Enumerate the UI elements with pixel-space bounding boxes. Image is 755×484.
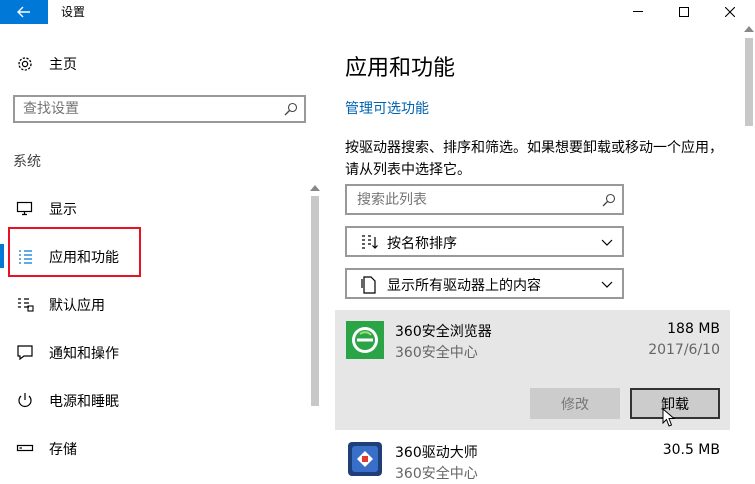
sort-label: 按名称排序 [387, 236, 457, 252]
drive-icon [361, 276, 376, 294]
360-browser-icon [346, 321, 384, 359]
home-label: 主页 [49, 57, 77, 73]
minimize-icon [633, 11, 643, 12]
sidebar-item-label: 存储 [49, 442, 77, 458]
gear-icon [18, 57, 32, 71]
search-icon [602, 193, 616, 207]
sidebar-item-label: 默认应用 [49, 298, 105, 314]
sidebar-item-label: 通知和操作 [49, 346, 119, 362]
sort-dropdown[interactable]: 按名称排序 [345, 226, 624, 257]
page-title: 应用和功能 [345, 56, 456, 81]
sidebar-scrollbar[interactable] [309, 184, 321, 484]
sidebar-item-notifications[interactable]: 通知和操作 [0, 332, 308, 372]
storage-icon [16, 444, 34, 452]
maximize-button[interactable] [661, 0, 707, 24]
scroll-up-arrow-icon[interactable] [744, 26, 754, 32]
power-icon [18, 393, 32, 407]
scroll-up-arrow-icon[interactable] [310, 185, 320, 191]
monitor-icon [16, 201, 33, 216]
app-list-search-box[interactable] [345, 184, 624, 215]
app-list-item[interactable]: 360安全浏览器 360安全中心 188 MB 2017/6/10 修改 卸载 [335, 310, 730, 430]
notification-icon [17, 345, 33, 360]
sidebar-item-display[interactable]: 显示 [0, 188, 308, 228]
minimize-button[interactable] [615, 0, 661, 24]
drive-filter-label: 显示所有驱动器上的内容 [387, 278, 541, 294]
app-install-date: 2017/6/10 [648, 342, 720, 358]
360-driver-master-icon [348, 442, 382, 476]
app-name: 360驱动大师 [395, 445, 478, 461]
app-list-search-input[interactable] [357, 191, 587, 209]
chevron-down-icon [601, 239, 613, 246]
manage-optional-features-link[interactable]: 管理可选功能 [345, 98, 429, 118]
mouse-cursor-icon [662, 408, 676, 427]
modify-button[interactable]: 修改 [530, 388, 620, 419]
description-text: 按驱动器搜索、排序和筛选。如果想要卸载或移动一个应用，请从列表中选择它。 [345, 140, 723, 178]
app-name: 360安全浏览器 [395, 324, 492, 340]
app-list-item[interactable]: 360驱动大师 360安全中心 30.5 MB [335, 432, 730, 482]
default-apps-icon [18, 298, 34, 312]
active-indicator [0, 244, 4, 268]
close-icon [725, 7, 735, 17]
drive-filter-dropdown[interactable]: 显示所有驱动器上的内容 [345, 268, 624, 299]
sort-icon [362, 235, 378, 249]
sidebar-item-storage[interactable]: 存储 [0, 428, 308, 468]
app-size: 188 MB [667, 321, 720, 337]
section-title-system: 系统 [13, 154, 41, 170]
main-scroll-thumb[interactable] [745, 38, 753, 126]
chevron-down-icon [601, 281, 613, 288]
app-size: 30.5 MB [662, 442, 720, 458]
back-arrow-icon [17, 6, 30, 18]
sidebar-item-power-sleep[interactable]: 电源和睡眠 [0, 380, 308, 420]
close-button[interactable] [707, 0, 753, 24]
sidebar-scroll-thumb[interactable] [311, 196, 319, 406]
back-button[interactable] [0, 0, 48, 24]
search-icon [284, 102, 298, 116]
settings-search-input[interactable] [23, 100, 273, 118]
window-title: 设置 [61, 5, 86, 19]
main-content: 应用和功能 管理可选功能 按驱动器搜索、排序和筛选。如果想要卸载或移动一个应用，… [322, 24, 755, 482]
maximize-icon [679, 7, 689, 17]
sidebar-item-label: 电源和睡眠 [49, 394, 119, 410]
sidebar-item-default-apps[interactable]: 默认应用 [0, 284, 308, 324]
title-bar: 设置 [0, 0, 755, 24]
settings-search-box[interactable] [13, 95, 306, 123]
highlight-annotation [8, 227, 141, 277]
app-publisher: 360安全中心 [395, 345, 478, 361]
app-publisher: 360安全中心 [395, 466, 478, 482]
main-scrollbar[interactable] [743, 24, 755, 482]
sidebar: 主页 系统 显示 应用和功能 默认应用 通知和操 [0, 24, 322, 482]
home-link[interactable]: 主页 [16, 54, 77, 74]
sidebar-item-label: 显示 [49, 202, 77, 218]
